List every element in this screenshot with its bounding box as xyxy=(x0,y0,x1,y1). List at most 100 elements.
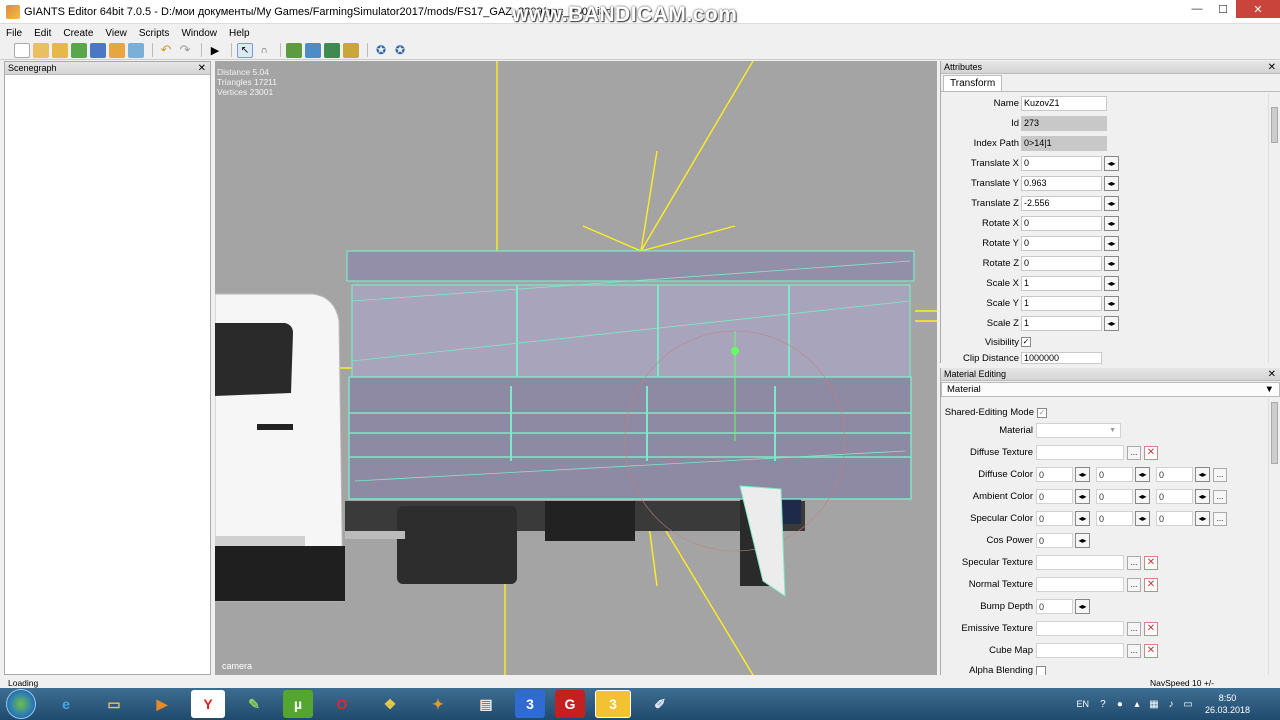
menu-create[interactable]: Create xyxy=(57,28,99,39)
material-scroll-thumb[interactable] xyxy=(1271,402,1278,464)
emissive-texture-field[interactable] xyxy=(1036,621,1124,636)
rotate-z-spin-icon[interactable]: ◂▸ xyxy=(1104,255,1119,271)
rotate-x-field[interactable]: 0 xyxy=(1021,215,1102,231)
menu-scripts[interactable]: Scripts xyxy=(133,28,176,39)
save-icon[interactable] xyxy=(90,42,106,58)
close-window-button[interactable]: ✕ xyxy=(1236,0,1280,18)
scenegraph-close-icon[interactable]: ✕ xyxy=(198,63,206,74)
minimize-button[interactable]: — xyxy=(1184,0,1210,18)
translate-y-spin-icon[interactable]: ◂▸ xyxy=(1104,175,1119,191)
terrain-icon[interactable] xyxy=(286,42,302,58)
settings-icon[interactable]: ✪ xyxy=(373,43,389,58)
cos-power-spin-icon[interactable]: ◂▸ xyxy=(1075,533,1090,548)
rotate-x-spin-icon[interactable]: ◂▸ xyxy=(1104,215,1119,231)
maximize-button[interactable]: ☐ xyxy=(1210,0,1236,18)
scale-y-field[interactable]: 1 xyxy=(1021,295,1102,311)
translate-x-spin-icon[interactable]: ◂▸ xyxy=(1104,155,1119,171)
cheat-icon[interactable]: ❖ xyxy=(371,690,409,718)
specular-color-r-spin-icon[interactable]: ◂▸ xyxy=(1075,511,1090,526)
diffuse-color-b[interactable]: 0 xyxy=(1156,467,1193,482)
cube-map-field[interactable] xyxy=(1036,643,1124,658)
attributes-close-icon[interactable]: ✕ xyxy=(1268,62,1276,73)
scale-z-field[interactable]: 1 xyxy=(1021,315,1102,331)
import-icon[interactable] xyxy=(128,42,144,58)
bump-depth-spin-icon[interactable]: ◂▸ xyxy=(1075,599,1090,614)
ambient-color-g-spin-icon[interactable]: ◂▸ xyxy=(1135,489,1150,504)
language-indicator[interactable]: EN xyxy=(1076,699,1089,709)
network-icon[interactable]: ▦ xyxy=(1148,698,1160,710)
specular-color-b-spin-icon[interactable]: ◂▸ xyxy=(1195,511,1210,526)
menu-help[interactable]: Help xyxy=(223,28,256,39)
ambient-color-g[interactable]: 0 xyxy=(1096,489,1133,504)
translate-z-spin-icon[interactable]: ◂▸ xyxy=(1104,195,1119,211)
material-scrollbar[interactable] xyxy=(1268,398,1280,675)
scale-x-field[interactable]: 1 xyxy=(1021,275,1102,291)
diffuse-color-r[interactable]: 0 xyxy=(1036,467,1073,482)
refresh-icon[interactable] xyxy=(71,42,87,58)
specular-color-b[interactable]: 0 xyxy=(1156,511,1193,526)
new-icon[interactable] xyxy=(14,42,30,58)
diffuse-color-picker-button[interactable]: ... xyxy=(1213,467,1227,482)
specular-texture-field[interactable] xyxy=(1036,555,1124,570)
menu-view[interactable]: View xyxy=(99,28,133,39)
shared-editing-checkbox[interactable]: ✓ xyxy=(1037,407,1047,418)
undo-icon[interactable]: ↶ xyxy=(158,42,174,58)
diffuse-color-g-spin-icon[interactable]: ◂▸ xyxy=(1135,467,1150,482)
translate-y-field[interactable]: 0.963 xyxy=(1021,175,1102,191)
utorrent-icon[interactable]: µ xyxy=(283,690,313,718)
giants-icon[interactable]: G xyxy=(555,690,585,718)
material-section-dropdown[interactable]: Material ▼ xyxy=(941,382,1280,397)
cos-power-field[interactable]: 0 xyxy=(1036,533,1073,548)
rotate-y-spin-icon[interactable]: ◂▸ xyxy=(1104,235,1119,251)
diffuse-color-b-spin-icon[interactable]: ◂▸ xyxy=(1195,467,1210,482)
brush-icon[interactable] xyxy=(343,42,359,58)
menu-window[interactable]: Window xyxy=(175,28,223,39)
cat-icon[interactable]: ✦ xyxy=(419,690,457,718)
diffuse-color-g[interactable]: 0 xyxy=(1096,467,1133,482)
specular-texture-browse-button[interactable]: ... xyxy=(1127,555,1141,570)
cube-map-remove-icon[interactable]: ✕ xyxy=(1144,643,1158,658)
redo-icon[interactable]: ↷ xyxy=(177,42,193,58)
normal-texture-remove-icon[interactable]: ✕ xyxy=(1144,577,1158,592)
specular-color-r[interactable]: 0 xyxy=(1036,511,1073,526)
open-icon[interactable] xyxy=(33,42,49,58)
menu-file[interactable]: File xyxy=(0,28,28,39)
move-icon[interactable]: ∩ xyxy=(256,43,272,58)
scale-x-spin-icon[interactable]: ◂▸ xyxy=(1104,275,1119,291)
normal-texture-browse-button[interactable]: ... xyxy=(1127,577,1141,592)
normal-texture-field[interactable] xyxy=(1036,577,1124,592)
attributes-scroll-thumb[interactable] xyxy=(1271,107,1278,143)
app3-icon[interactable]: 3 xyxy=(515,690,545,718)
specular-texture-remove-icon[interactable]: ✕ xyxy=(1144,555,1158,570)
paint-app-icon[interactable]: ✐ xyxy=(641,690,679,718)
yandex-icon[interactable]: Y xyxy=(191,690,225,718)
diffuse-color-r-spin-icon[interactable]: ◂▸ xyxy=(1075,467,1090,482)
paint-icon[interactable] xyxy=(305,42,321,58)
specular-color-picker-button[interactable]: ... xyxy=(1213,511,1227,526)
battery-icon[interactable]: ▭ xyxy=(1182,698,1194,710)
3d-viewport[interactable]: Distance 5.04 Triangles 17211 Vertices 2… xyxy=(215,61,937,675)
specular-color-g-spin-icon[interactable]: ◂▸ xyxy=(1135,511,1150,526)
specular-color-g[interactable]: 0 xyxy=(1096,511,1133,526)
cube-map-browse-button[interactable]: ... xyxy=(1127,643,1141,658)
ambient-color-r-spin-icon[interactable]: ◂▸ xyxy=(1075,489,1090,504)
select-icon[interactable]: ↖ xyxy=(237,42,253,58)
folder-icon[interactable]: ▭ xyxy=(95,690,133,718)
rotate-z-field[interactable]: 0 xyxy=(1021,255,1102,271)
scale-y-spin-icon[interactable]: ◂▸ xyxy=(1104,295,1119,311)
tab-transform[interactable]: Transform xyxy=(943,75,1003,91)
menu-edit[interactable]: Edit xyxy=(28,28,57,39)
edit-icon[interactable] xyxy=(52,42,68,58)
editor3-icon[interactable]: 3 xyxy=(595,690,631,718)
foliage-icon[interactable] xyxy=(324,42,340,58)
diffuse-texture-remove-icon[interactable]: ✕ xyxy=(1144,445,1158,460)
media-player-icon[interactable]: ▶ xyxy=(143,690,181,718)
visibility-checkbox[interactable]: ✓ xyxy=(1021,337,1031,347)
emissive-texture-browse-button[interactable]: ... xyxy=(1127,621,1141,636)
material-select[interactable]: ▼ xyxy=(1036,423,1121,438)
translate-z-field[interactable]: -2.556 xyxy=(1021,195,1102,211)
ambient-color-b[interactable]: 0 xyxy=(1156,489,1193,504)
clock[interactable]: 8:50 26.03.2018 xyxy=(1205,692,1250,716)
internet-explorer-icon[interactable]: e xyxy=(47,690,85,718)
play-icon[interactable]: ▶ xyxy=(207,43,223,58)
